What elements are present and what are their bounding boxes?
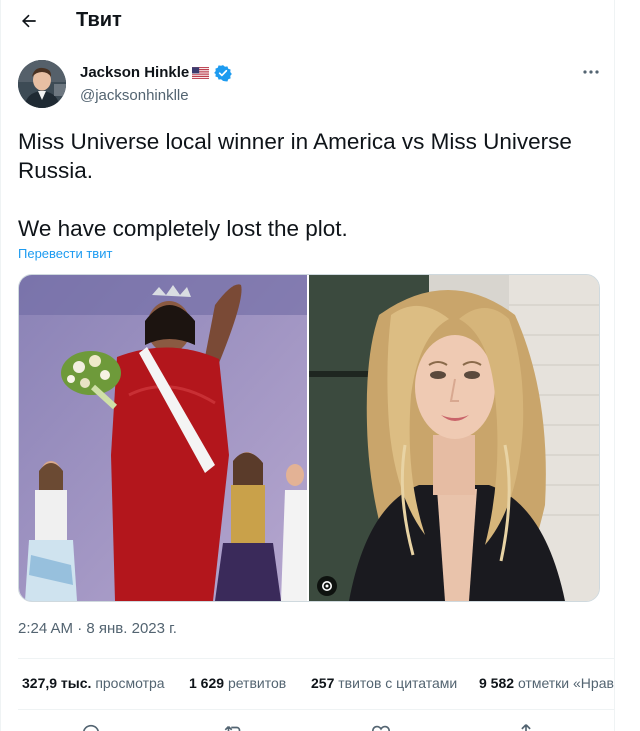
- page-title: Твит: [76, 9, 122, 31]
- stat-likes-value: 9 582: [479, 675, 515, 691]
- avatar[interactable]: [18, 60, 66, 108]
- stat-views-label: просмотра: [95, 675, 165, 691]
- avatar-photo: [18, 60, 66, 108]
- arrow-left-icon: [22, 14, 36, 28]
- tweet-page: Твит Jackson Hinkle @jacksonhinklle Miss…: [0, 0, 640, 731]
- media-grid: [18, 274, 600, 602]
- translate-tweet-link[interactable]: Перевести твит: [18, 246, 112, 261]
- more-button[interactable]: [577, 62, 605, 82]
- column-border-left: [0, 0, 1, 731]
- timestamp-separator: ·: [73, 620, 87, 637]
- verified-badge-icon: [214, 65, 232, 82]
- author-handle[interactable]: @jacksonhinklle: [80, 87, 189, 104]
- divider-bottom: [18, 709, 614, 710]
- alt-info-icon: [322, 581, 332, 591]
- stat-retweets[interactable]: 1 629 ретвитов: [189, 675, 286, 691]
- us-flag-icon: [192, 67, 209, 79]
- back-button[interactable]: [14, 6, 44, 36]
- more-dots-icon: [583, 70, 599, 74]
- stat-views[interactable]: 327,9 тыс. просмотра: [22, 675, 165, 691]
- media-photo-miss-russia[interactable]: [309, 275, 599, 601]
- tweet-text: Miss Universe local winner in America vs…: [18, 129, 572, 241]
- share-icon[interactable]: [515, 722, 537, 731]
- author-name[interactable]: Jackson Hinkle: [80, 64, 189, 81]
- top-bar: Твит: [0, 0, 614, 44]
- media-photo-pageant-winner[interactable]: [19, 275, 309, 601]
- timestamp-time[interactable]: 2:24 AM: [18, 620, 73, 637]
- engagement-stats: 327,9 тыс. просмотра 1 629 ретвитов 257 …: [22, 675, 614, 695]
- retweet-icon[interactable]: [223, 722, 245, 731]
- stat-likes[interactable]: 9 582 отметки «Нрав: [479, 675, 614, 691]
- alt-info-badge[interactable]: [317, 576, 337, 596]
- action-bar: [0, 716, 614, 731]
- stat-likes-label: отметки «Нрав: [517, 675, 614, 691]
- timestamp-date[interactable]: 8 янв. 2023 г.: [86, 620, 177, 637]
- stat-quotes-value: 257: [311, 675, 335, 691]
- divider-top: [18, 658, 614, 659]
- column-border-right: [614, 0, 615, 731]
- stat-retweets-value: 1 629: [189, 675, 225, 691]
- reply-icon[interactable]: [80, 722, 102, 731]
- like-icon[interactable]: [370, 722, 392, 731]
- portrait-photo: [309, 275, 599, 601]
- stat-views-value: 327,9 тыс.: [22, 675, 92, 691]
- stat-quotes[interactable]: 257 твитов с цитатами: [311, 675, 457, 691]
- tweet-timestamp: 2:24 AM · 8 янв. 2023 г.: [18, 620, 177, 637]
- pageant-stage-photo: [19, 275, 307, 601]
- stat-retweets-label: ретвитов: [227, 675, 287, 691]
- stat-quotes-label: твитов с цитатами: [338, 675, 458, 691]
